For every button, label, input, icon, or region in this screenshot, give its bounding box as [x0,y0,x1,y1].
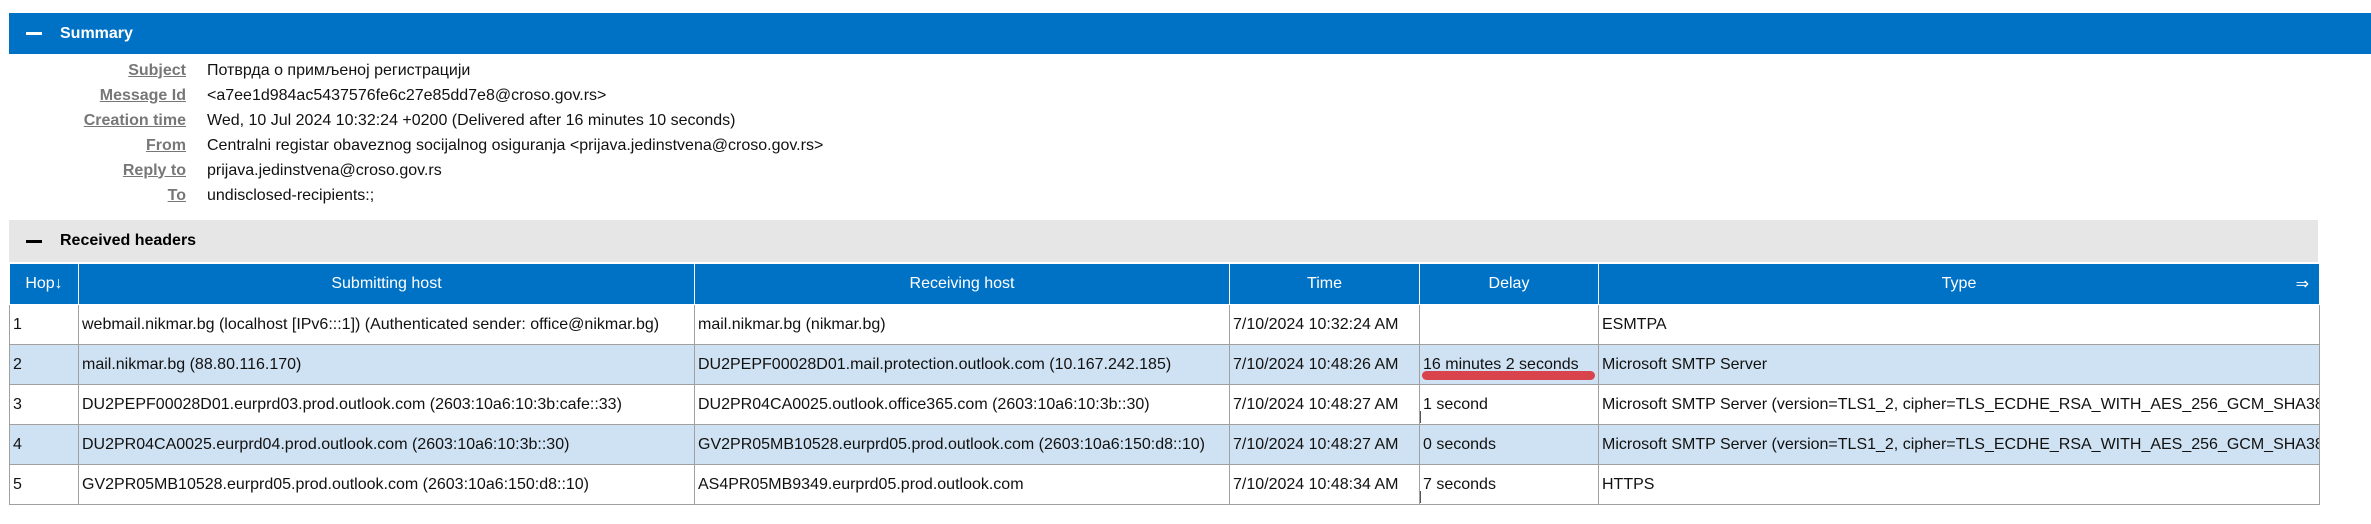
type-cell: Microsoft SMTP Server [1598,344,2320,385]
delay-cell: 16 minutes 2 seconds [1419,344,1599,385]
delay-cell: 7 seconds [1419,464,1599,505]
column-header-submitting-host[interactable]: Submitting host [78,263,695,305]
message-id-label[interactable]: Message Id [9,87,207,105]
reply-to-value: prijava.jedinstvena@croso.gov.rs [207,161,442,179]
delay-cell [1419,304,1599,345]
submitting-host-cell: GV2PR05MB10528.eurprd05.prod.outlook.com… [78,464,695,505]
to-label[interactable]: To [9,187,207,205]
delay-text: 16 minutes 2 seconds [1423,355,1579,373]
hop-cell: 1 [9,304,79,345]
time-cell: 7/10/2024 10:32:24 AM [1229,304,1420,345]
subject-label[interactable]: Subject [9,62,207,80]
property-row-subject: Subject Потврда о примљеној регистрацији [9,58,823,83]
property-row-from: From Centralni registar obaveznog socija… [9,133,823,158]
collapse-icon[interactable] [26,239,42,243]
table-row: 4 DU2PR04CA0025.eurprd04.prod.outlook.co… [9,424,2320,465]
time-cell: 7/10/2024 10:48:26 AM [1229,344,1420,385]
delay-bar [1422,371,1595,380]
from-value: Centralni registar obaveznog socijalnog … [207,136,824,154]
received-headers-table: Hop↓ Submitting host Receiving host Time… [9,263,2320,505]
property-row-message-id: Message Id <a7ee1d984ac5437576fe6c27e85d… [9,83,823,108]
receiving-host-cell: AS4PR05MB9349.eurprd05.prod.outlook.com [694,464,1230,505]
submitting-host-cell: DU2PEPF00028D01.eurprd03.prod.outlook.co… [78,384,695,425]
wrap-toggle-icon[interactable]: ⇒ [2296,274,2309,294]
to-value: undisclosed-recipients:; [207,186,375,204]
receiving-host-cell: mail.nikmar.bg (nikmar.bg) [694,304,1230,345]
column-header-type-label: Type [1941,275,1977,292]
receiving-host-cell: GV2PR05MB10528.eurprd05.prod.outlook.com… [694,424,1230,465]
column-header-time[interactable]: Time [1229,263,1420,305]
reply-to-label[interactable]: Reply to [9,162,207,180]
hop-cell: 4 [9,424,79,465]
column-header-type[interactable]: Type ⇒ [1598,263,2320,305]
type-cell: HTTPS [1598,464,2320,505]
table-row: 1 webmail.nikmar.bg (localhost [IPv6:::1… [9,304,2320,345]
submitting-host-cell: DU2PR04CA0025.eurprd04.prod.outlook.com … [78,424,695,465]
property-row-creation-time: Creation time Wed, 10 Jul 2024 10:32:24 … [9,108,823,133]
received-headers-section-header[interactable]: Received headers [9,220,2318,262]
summary-properties: Subject Потврда о примљеној регистрацији… [9,58,824,208]
table-header-row: Hop↓ Submitting host Receiving host Time… [9,263,2320,305]
type-cell: ESMTPA [1598,304,2320,345]
collapse-icon[interactable] [26,32,42,35]
hop-cell: 2 [9,344,79,385]
subject-value: Потврда о примљеној регистрацији [207,61,471,79]
delay-cell: 0 seconds [1419,424,1599,465]
type-cell: Microsoft SMTP Server (version=TLS1_2, c… [1598,424,2320,465]
time-cell: 7/10/2024 10:48:27 AM [1229,424,1420,465]
submitting-host-cell: mail.nikmar.bg (88.80.116.170) [78,344,695,385]
receiving-host-cell: DU2PEPF00028D01.mail.protection.outlook.… [694,344,1230,385]
submitting-host-cell: webmail.nikmar.bg (localhost [IPv6:::1])… [78,304,695,345]
summary-title: Summary [60,24,133,42]
message-id-value: <a7ee1d984ac5437576fe6c27e85dd7e8@croso.… [207,86,607,104]
type-cell: Microsoft SMTP Server (version=TLS1_2, c… [1598,384,2320,425]
time-cell: 7/10/2024 10:48:34 AM [1229,464,1420,505]
delay-cell: 1 second [1419,384,1599,425]
time-cell: 7/10/2024 10:48:27 AM [1229,384,1420,425]
hop-cell: 5 [9,464,79,505]
received-headers-title: Received headers [60,232,197,249]
from-label[interactable]: From [9,137,207,155]
property-row-to: To undisclosed-recipients:; [9,183,823,208]
table-row: 5 GV2PR05MB10528.eurprd05.prod.outlook.c… [9,464,2320,505]
delay-bar [1420,411,1421,423]
creation-time-label[interactable]: Creation time [9,112,207,130]
column-header-delay[interactable]: Delay [1419,263,1599,305]
creation-time-value: Wed, 10 Jul 2024 10:32:24 +0200 (Deliver… [207,111,736,129]
table-row: 3 DU2PEPF00028D01.eurprd03.prod.outlook.… [9,384,2320,425]
receiving-host-cell: DU2PR04CA0025.outlook.office365.com (260… [694,384,1230,425]
column-header-hop[interactable]: Hop↓ [9,263,79,305]
property-row-reply-to: Reply to prijava.jedinstvena@croso.gov.r… [9,158,823,183]
delay-text: 1 second [1423,395,1488,413]
column-header-receiving-host[interactable]: Receiving host [694,263,1230,305]
summary-section-header[interactable]: Summary [9,13,2371,54]
table-row: 2 mail.nikmar.bg (88.80.116.170) DU2PEPF… [9,344,2320,385]
delay-text: 7 seconds [1423,475,1496,493]
hop-cell: 3 [9,384,79,425]
delay-bar [1420,491,1421,503]
